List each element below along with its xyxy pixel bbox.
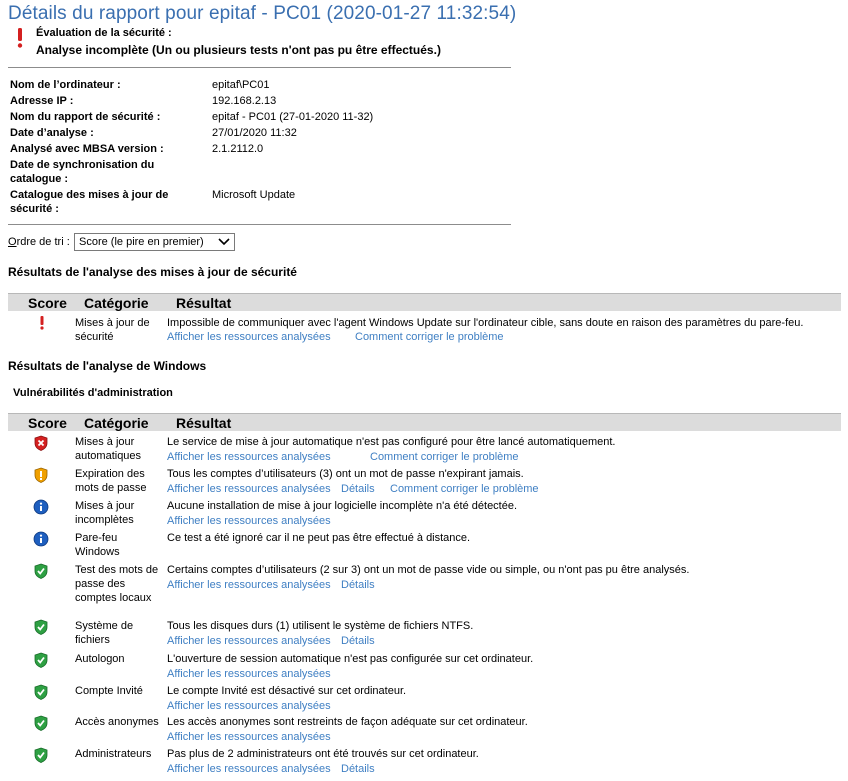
exclamation-icon bbox=[17, 28, 23, 48]
header-result: Résultat bbox=[176, 415, 232, 431]
sort-label: Ordre de tri : bbox=[8, 236, 70, 248]
row-result: Certains comptes d’utilisateurs (2 sur 3… bbox=[167, 564, 690, 576]
view-scanned-resources-link[interactable]: Afficher les ressources analysées bbox=[167, 634, 331, 648]
row-result: Pas plus de 2 administrateurs ont été tr… bbox=[167, 748, 479, 760]
view-scanned-resources-link[interactable]: Afficher les ressources analysées bbox=[167, 578, 331, 592]
windows-table-header: Score Catégorie Résultat bbox=[8, 413, 841, 431]
view-scanned-resources-link[interactable]: Afficher les ressources analysées bbox=[167, 730, 331, 744]
row-result: Les accès anonymes sont restreints de fa… bbox=[167, 716, 528, 728]
how-to-fix-link[interactable]: Comment corriger le problème bbox=[370, 450, 519, 464]
info-label-computer-name: Nom de l’ordinateur : bbox=[10, 79, 121, 91]
view-scanned-resources-link[interactable]: Afficher les ressources analysées bbox=[167, 450, 331, 464]
view-scanned-resources-link[interactable]: Afficher les ressources analysées bbox=[167, 330, 331, 344]
row-category: Système de fichiers bbox=[75, 620, 134, 646]
view-scanned-resources-link[interactable]: Afficher les ressources analysées bbox=[167, 762, 331, 776]
assessment-label: Évaluation de la sécurité : bbox=[36, 27, 172, 39]
ok-shield-icon bbox=[34, 684, 48, 700]
row-result: Tous les disques durs (1) utilisent le s… bbox=[167, 620, 474, 632]
info-icon bbox=[33, 531, 49, 547]
details-link[interactable]: Détails bbox=[341, 578, 375, 592]
how-to-fix-link[interactable]: Comment corriger le problème bbox=[355, 330, 504, 344]
divider bbox=[8, 67, 511, 68]
update-table-header: Score Catégorie Résultat bbox=[8, 293, 841, 311]
header-category: Catégorie bbox=[84, 295, 149, 311]
info-label-mbsa-version: Analysé avec MBSA version : bbox=[10, 143, 164, 155]
row-result: Ce test a été ignoré car il ne peut pas … bbox=[167, 532, 471, 544]
view-scanned-resources-link[interactable]: Afficher les ressources analysées bbox=[167, 514, 331, 528]
info-label-report-name: Nom du rapport de sécurité : bbox=[10, 111, 161, 123]
row-result: Tous les comptes d’utilisateurs (3) ont … bbox=[167, 468, 524, 480]
exclamation-icon bbox=[40, 316, 44, 330]
row-category: Accès anonymes bbox=[75, 716, 159, 728]
chevron-down-icon bbox=[218, 238, 230, 246]
row-result: L'ouverture de session automatique n'est… bbox=[167, 653, 534, 665]
details-link[interactable]: Détails bbox=[341, 482, 375, 496]
update-section-title: Résultats de l'analyse des mises à jour … bbox=[8, 265, 297, 279]
row-result: Le compte Invité est désactivé sur cet o… bbox=[167, 685, 407, 697]
header-score: Score bbox=[28, 295, 67, 311]
row-category: Pare-feu Windows bbox=[75, 532, 120, 558]
header-score: Score bbox=[28, 415, 67, 431]
header-result: Résultat bbox=[176, 295, 232, 311]
how-to-fix-link[interactable]: Comment corriger le problème bbox=[390, 482, 539, 496]
divider bbox=[8, 224, 511, 225]
info-value-ip: 192.168.2.13 bbox=[212, 95, 277, 107]
row-category: Expiration des mots de passe bbox=[75, 468, 147, 494]
ok-shield-icon bbox=[34, 619, 48, 635]
row-category: Test des mots de passe des comptes locau… bbox=[75, 564, 159, 604]
sort-order-select[interactable]: Score (le pire en premier) bbox=[74, 233, 235, 251]
row-result: Impossible de communiquer avec l'agent W… bbox=[167, 317, 804, 329]
row-category: Compte Invité bbox=[75, 685, 143, 697]
ok-shield-icon bbox=[34, 715, 48, 731]
row-category: Mises à jour automatiques bbox=[75, 436, 142, 462]
info-label-security-catalog: Catalogue des mises à jour de sécurité : bbox=[10, 189, 169, 215]
info-value-computer-name: epitaf\PC01 bbox=[212, 79, 270, 91]
view-scanned-resources-link[interactable]: Afficher les ressources analysées bbox=[167, 699, 331, 713]
info-value-mbsa-version: 2.1.2112.0 bbox=[212, 143, 264, 155]
row-category: Mises à jour incomplètes bbox=[75, 500, 135, 526]
warning-shield-icon bbox=[34, 467, 48, 483]
info-label-catalog-sync-date: Date de synchronisation du catalogue : bbox=[10, 159, 155, 185]
report-title: Détails du rapport pour epitaf - PC01 (2… bbox=[8, 3, 517, 24]
sort-order-value: Score (le pire en premier) bbox=[79, 236, 204, 248]
admin-vulnerabilities-title: Vulnérabilités d'administration bbox=[13, 387, 173, 399]
ok-shield-icon bbox=[34, 747, 48, 763]
info-icon bbox=[33, 499, 49, 515]
view-scanned-resources-link[interactable]: Afficher les ressources analysées bbox=[167, 482, 331, 496]
info-label-ip: Adresse IP : bbox=[10, 95, 74, 107]
info-value-security-catalog: Microsoft Update bbox=[212, 189, 296, 201]
row-category: Autologon bbox=[75, 653, 125, 665]
header-category: Catégorie bbox=[84, 415, 149, 431]
row-category: Administrateurs bbox=[75, 748, 152, 760]
info-value-report-name: epitaf - PC01 (27-01-2020 11-32) bbox=[212, 111, 374, 123]
critical-shield-icon bbox=[34, 435, 48, 451]
ok-shield-icon bbox=[34, 652, 48, 668]
view-scanned-resources-link[interactable]: Afficher les ressources analysées bbox=[167, 667, 331, 681]
details-link[interactable]: Détails bbox=[341, 762, 375, 776]
info-label-scan-date: Date d’analyse : bbox=[10, 127, 94, 139]
details-link[interactable]: Détails bbox=[341, 634, 375, 648]
ok-shield-icon bbox=[34, 563, 48, 579]
info-value-scan-date: 27/01/2020 11:32 bbox=[212, 127, 297, 139]
row-category: Mises à jour de sécurité bbox=[75, 317, 150, 343]
assessment-value: Analyse incomplète (Un ou plusieurs test… bbox=[36, 43, 441, 57]
row-result: Aucune installation de mise à jour logic… bbox=[167, 500, 518, 512]
windows-section-title: Résultats de l'analyse de Windows bbox=[8, 359, 207, 373]
row-result: Le service de mise à jour automatique n'… bbox=[167, 436, 616, 448]
